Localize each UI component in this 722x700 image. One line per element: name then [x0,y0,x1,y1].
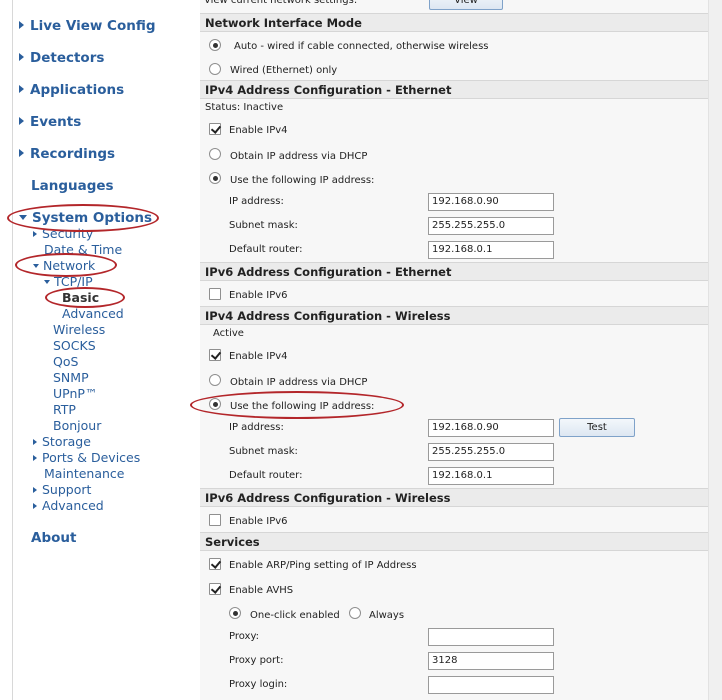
ethernet-static-radio[interactable] [209,172,221,184]
auto-mode-radio[interactable] [209,39,221,51]
wireless-dhcp-radio[interactable] [209,374,221,386]
wireless-dhcp-label: Obtain IP address via DHCP [230,377,368,388]
nav-ports-devices[interactable]: Ports & Devices [33,450,140,466]
section-header-ipv4-wireless: IPv4 Address Configuration - Wireless [200,306,708,325]
enable-ipv4-wireless-checkbox[interactable] [209,349,221,361]
ethernet-dhcp-radio[interactable] [209,148,221,160]
arrow-right-icon [19,85,24,93]
nav-bonjour[interactable]: Bonjour [53,418,101,434]
arrow-down-icon [33,264,39,268]
nav-live-view-config[interactable]: Live View Config [19,16,156,36]
nav-advanced[interactable]: Advanced [33,498,104,514]
one-click-radio[interactable] [229,607,241,619]
arrow-down-icon [19,215,27,220]
arrow-right-icon [19,117,24,125]
arrow-right-icon [33,503,37,509]
section-header-ipv6-ethernet: IPv6 Address Configuration - Ethernet [200,262,708,281]
nav-wireless[interactable]: Wireless [53,322,105,338]
view-settings-label: View current network settings: [204,0,358,6]
section-header-ipv6-wireless: IPv6 Address Configuration - Wireless [200,488,708,507]
arrow-right-icon [33,439,37,445]
enable-arp-ping-checkbox[interactable] [209,558,221,570]
wireless-subnet-field[interactable]: 255.255.255.0 [428,443,554,461]
enable-avhs-checkbox[interactable] [209,583,221,595]
nav-socks[interactable]: SOCKS [53,338,96,354]
nav-recordings[interactable]: Recordings [19,144,115,164]
ethernet-ip-label: IP address: [229,196,284,207]
nav-qos[interactable]: QoS [53,354,78,370]
nav-date-time[interactable]: Date & Time [44,242,122,258]
wireless-status: Active [213,328,244,339]
enable-ipv4-ethernet-checkbox[interactable] [209,123,221,135]
always-label: Always [369,610,405,621]
nav-events[interactable]: Events [19,112,81,132]
ethernet-status: Status: Inactive [205,102,284,113]
ethernet-router-field[interactable]: 192.168.0.1 [428,241,554,259]
wired-only-radio[interactable] [209,63,221,75]
nav-applications[interactable]: Applications [19,80,124,100]
nav-basic[interactable]: Basic [62,290,99,306]
enable-avhs-label: Enable AVHS [229,585,294,596]
ethernet-router-label: Default router: [229,244,303,255]
enable-ipv6-wireless-checkbox[interactable] [209,514,221,526]
nav-snmp[interactable]: SNMP [53,370,89,386]
proxy-field[interactable] [428,628,554,646]
section-header-services: Services [200,532,708,551]
arrow-right-icon [33,231,37,237]
nav-tcpip[interactable]: TCP/IP [44,274,93,290]
wireless-subnet-label: Subnet mask: [229,446,298,457]
test-button[interactable]: Test [559,418,635,437]
enable-ipv6-ethernet-checkbox[interactable] [209,288,221,300]
section-header-ipv4-ethernet: IPv4 Address Configuration - Ethernet [200,80,708,99]
enable-ipv6-ethernet-label: Enable IPv6 [229,290,288,301]
wireless-ip-field[interactable]: 192.168.0.90 [428,419,554,437]
arrow-right-icon [19,149,24,157]
auto-mode-label: Auto - wired if cable connected, otherwi… [234,41,489,52]
ethernet-ip-field[interactable]: 192.168.0.90 [428,193,554,211]
ethernet-subnet-label: Subnet mask: [229,220,298,231]
nav-network[interactable]: Network [33,258,95,274]
wired-only-label: Wired (Ethernet) only [230,65,338,76]
ethernet-static-label: Use the following IP address: [230,175,375,186]
wireless-static-radio[interactable] [209,398,221,410]
arrow-right-icon [33,455,37,461]
ethernet-subnet-field[interactable]: 255.255.255.0 [428,217,554,235]
wireless-router-label: Default router: [229,470,303,481]
arrow-right-icon [33,487,37,493]
nav-rtp[interactable]: RTP [53,402,76,418]
section-header-network-mode: Network Interface Mode [200,13,708,32]
arrow-right-icon [19,53,24,61]
nav-detectors[interactable]: Detectors [19,48,104,68]
enable-ipv4-ethernet-label: Enable IPv4 [229,125,288,136]
proxy-label: Proxy: [229,631,260,642]
nav-storage[interactable]: Storage [33,434,91,450]
arrow-right-icon [19,21,24,29]
wireless-router-field[interactable]: 192.168.0.1 [428,467,554,485]
always-radio[interactable] [349,607,361,619]
nav-security[interactable]: Security [33,226,93,242]
proxy-login-label: Proxy login: [229,679,288,690]
nav-support[interactable]: Support [33,482,91,498]
enable-arp-ping-label: Enable ARP/Ping setting of IP Address [229,560,417,571]
scrollbar[interactable] [708,0,722,700]
main-content: View current network settings: View Netw… [190,0,708,700]
one-click-label: One-click enabled [250,610,340,621]
nav-languages[interactable]: Languages [31,176,114,196]
nav-upnp[interactable]: UPnP™ [53,386,97,402]
wireless-ip-label: IP address: [229,422,284,433]
nav-about[interactable]: About [31,528,76,548]
sidebar-nav: Live View Config Detectors Applications … [7,0,198,700]
nav-maintenance[interactable]: Maintenance [44,466,125,482]
nav-system-options[interactable]: System Options [19,208,152,228]
proxy-port-field[interactable]: 3128 [428,652,554,670]
enable-ipv4-wireless-label: Enable IPv4 [229,351,288,362]
enable-ipv6-wireless-label: Enable IPv6 [229,516,288,527]
wireless-static-label: Use the following IP address: [230,401,375,412]
proxy-login-field[interactable] [428,676,554,694]
nav-tcpip-advanced[interactable]: Advanced [62,306,124,322]
view-button[interactable]: View [429,0,503,10]
arrow-down-icon [44,280,50,284]
ethernet-dhcp-label: Obtain IP address via DHCP [230,151,368,162]
proxy-port-label: Proxy port: [229,655,284,666]
